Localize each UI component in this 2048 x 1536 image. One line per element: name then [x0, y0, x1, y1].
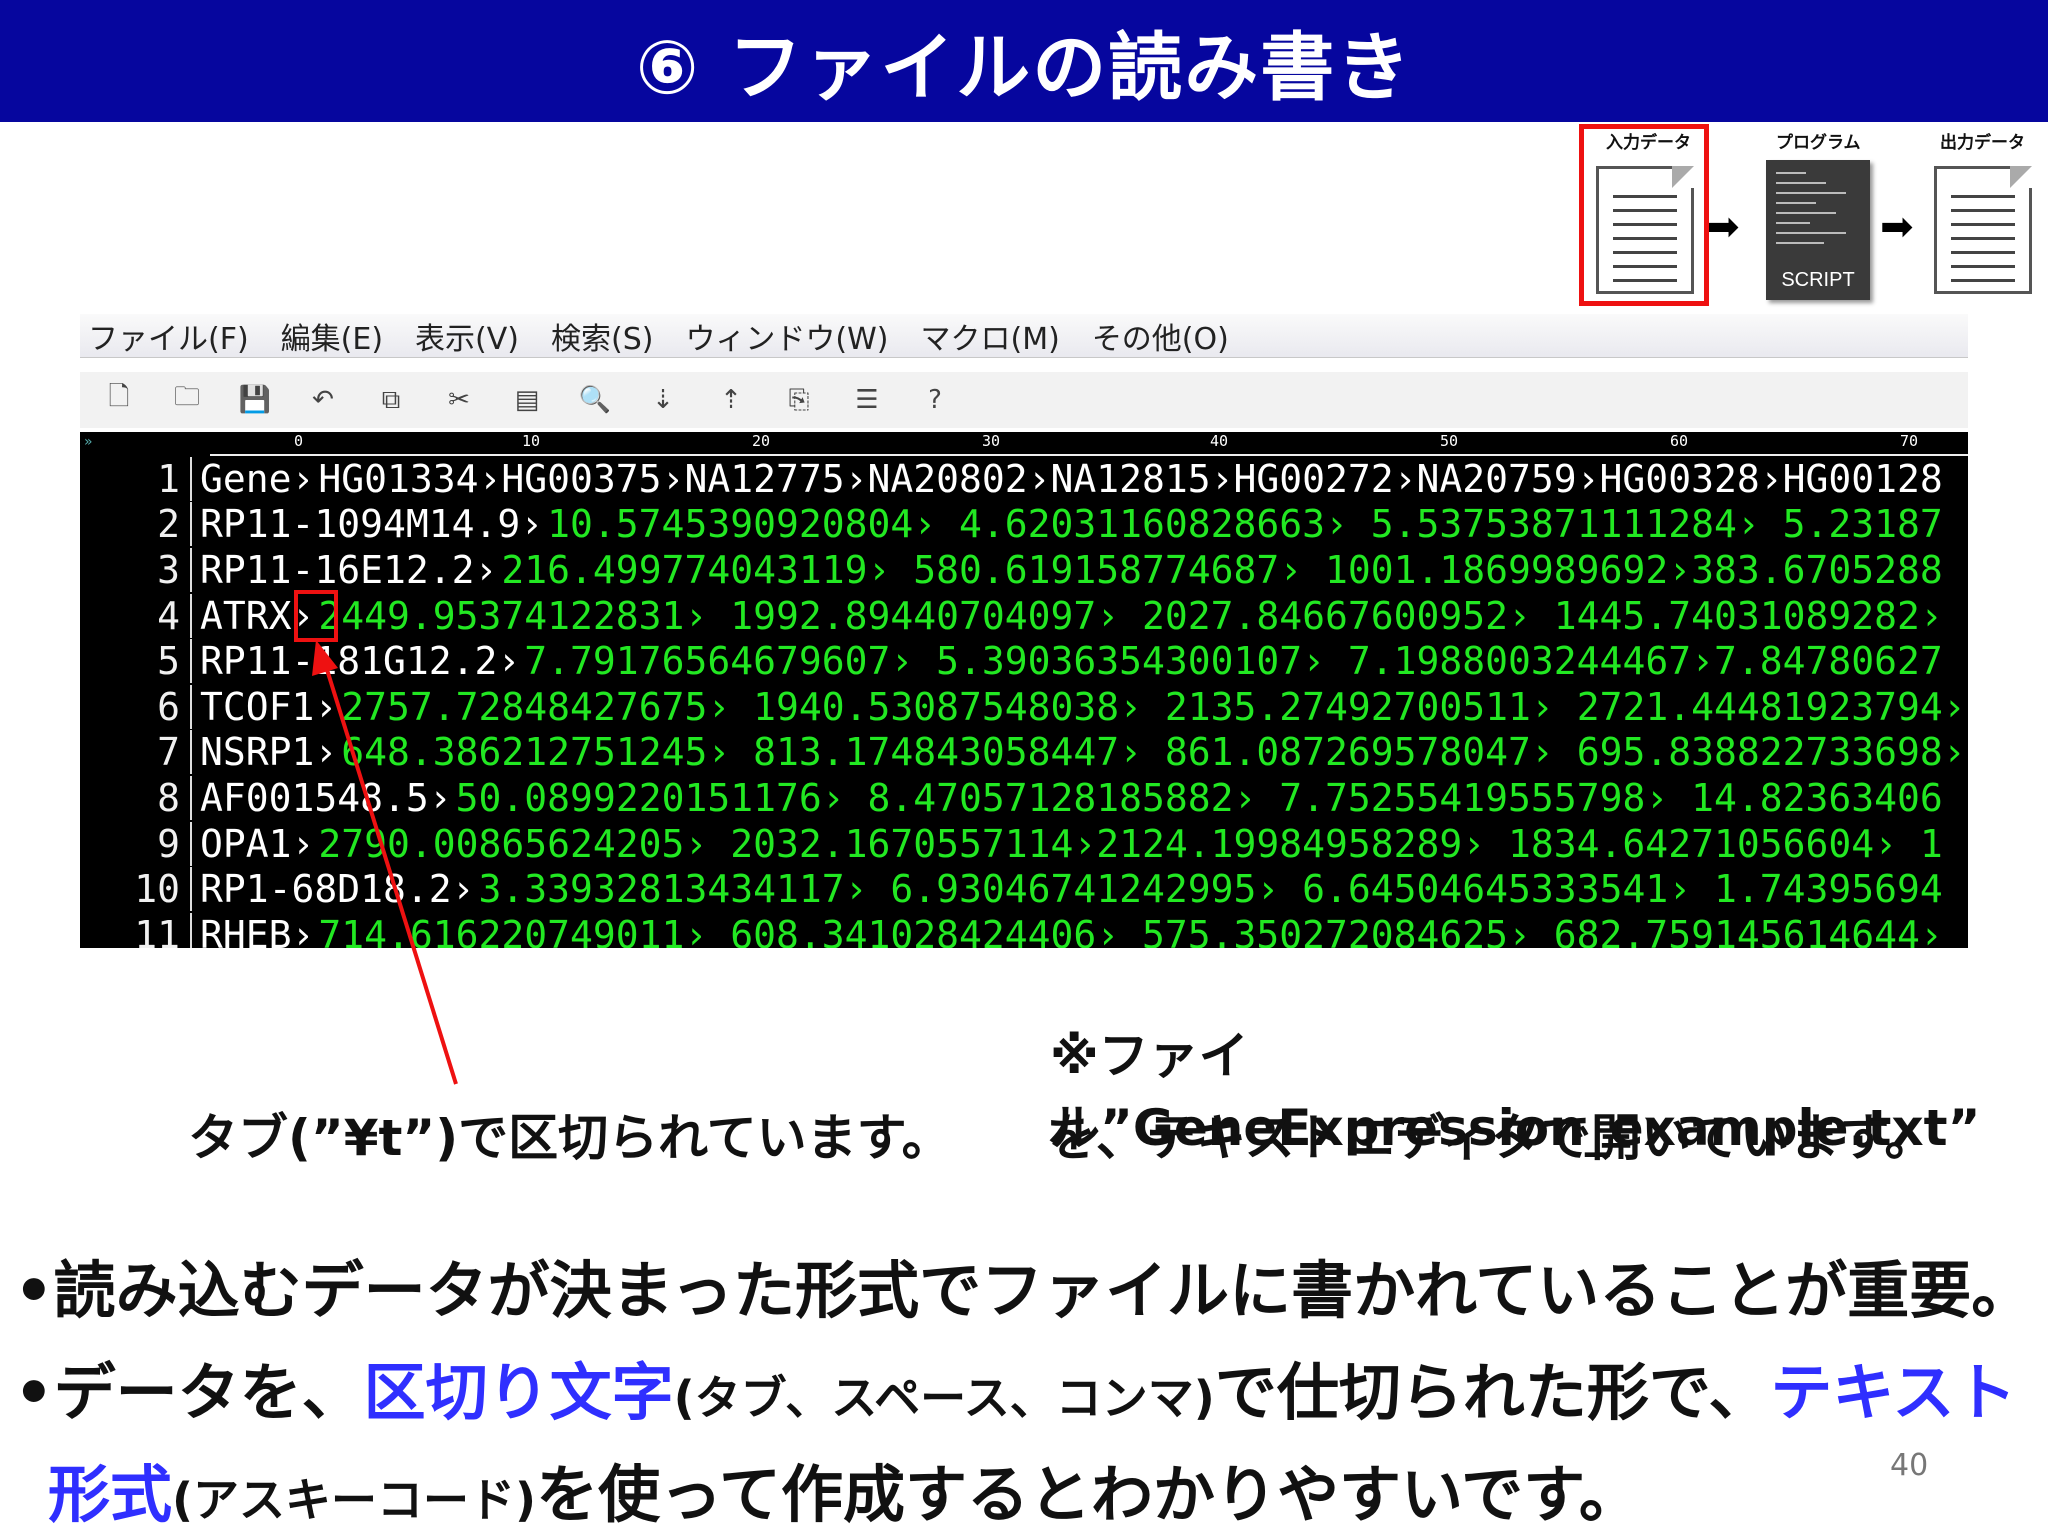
- delimiter-highlight: 区切り文字: [363, 1356, 674, 1429]
- text-editor-note: を、テキストエディタで開いています。: [1046, 1109, 1935, 1167]
- bullet-1: •読み込むデータが決まった形式でファイルに書かれていることが重要。: [14, 1254, 2034, 1327]
- bullet-2-continued: 形式(アスキーコード)を使って作成するとわかりやすいです。: [48, 1458, 1641, 1531]
- text-highlight: テキスト: [1770, 1356, 2017, 1429]
- tab-delimited-note: タブ(”¥t”)で区切られています。: [188, 1109, 952, 1167]
- bullet-2: •データを、区切り文字(タブ、スペース、コンマ)で仕切られた形で、テキスト: [14, 1356, 2017, 1429]
- page-number: 40: [1890, 1448, 1929, 1483]
- format-highlight: 形式: [48, 1458, 173, 1531]
